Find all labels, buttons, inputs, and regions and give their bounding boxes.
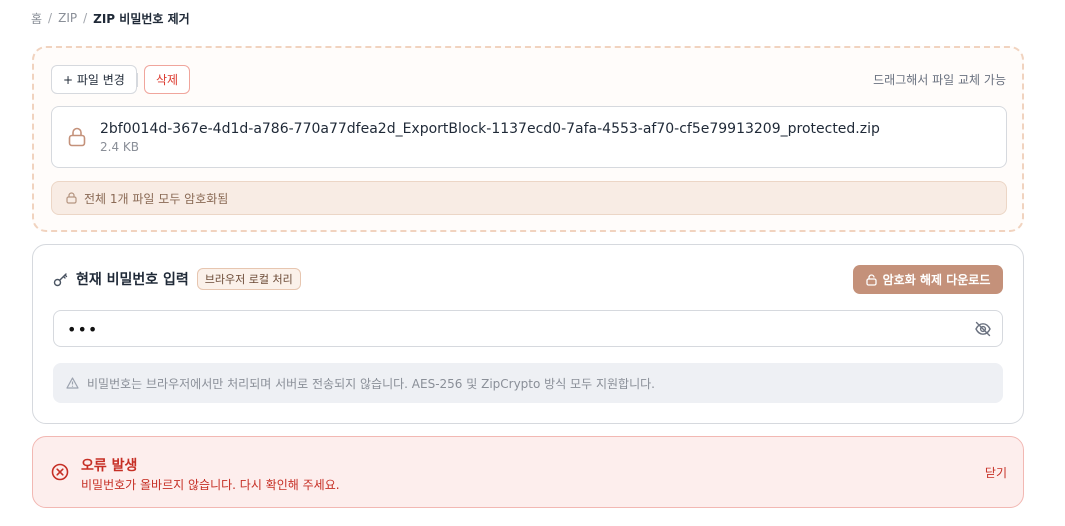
password-input[interactable] [67,320,947,338]
breadcrumb-separator: / [83,11,88,25]
eye-off-icon[interactable] [974,320,992,338]
file-size: 2.4 KB [100,140,139,154]
password-header: 현재 비밀번호 입력 브라우저 로컬 처리 [53,267,301,291]
breadcrumb-home[interactable]: 홈 [31,10,42,27]
error-message: 비밀번호가 올바르지 않습니다. 다시 확인해 주세요. [81,478,340,492]
decrypt-download-label: 암호화 해제 다운로드 [882,273,991,287]
drag-hint: 드래그해서 파일 교체 가능 [873,73,1006,87]
error-alert: 오류 발생 비밀번호가 올바르지 않습니다. 다시 확인해 주세요. 닫기 [32,436,1024,508]
file-item: 2bf0014d-367e-4d1d-a786-770a77dfea2d_Exp… [51,106,1007,168]
file-name: 2bf0014d-367e-4d1d-a786-770a77dfea2d_Exp… [100,121,880,137]
breadcrumb-zip[interactable]: ZIP [58,11,77,25]
password-title: 현재 비밀번호 입력 [76,272,189,288]
error-close-button[interactable]: 닫기 [985,464,1007,481]
error-title: 오류 발생 [81,458,138,474]
password-panel: 현재 비밀번호 입력 브라우저 로컬 처리 암호화 해제 다운로드 ••• 비밀… [32,244,1024,424]
unlock-icon [865,273,877,286]
breadcrumb-separator: / [48,11,53,25]
breadcrumb-current: ZIP 비밀번호 제거 [93,11,190,26]
password-field [53,310,1003,347]
decrypt-download-button[interactable]: 암호화 해제 다운로드 [853,265,1003,294]
password-info-note: 비밀번호는 브라우저에서만 처리되며 서버로 전송되지 않습니다. AES-25… [53,363,1003,403]
lock-icon [66,192,77,204]
encryption-status-text: 전체 1개 파일 모두 암호화됨 [84,191,229,206]
delete-file-button[interactable]: 삭제 [144,65,191,94]
encryption-status: 전체 1개 파일 모두 암호화됨 [51,181,1007,215]
lock-icon [68,127,86,151]
password-info-text: 비밀번호는 브라우저에서만 처리되며 서버로 전송되지 않습니다. AES-25… [87,376,655,391]
key-icon [53,272,68,287]
change-file-button[interactable]: + 파일 변경 [51,65,137,94]
local-processing-badge: 브라우저 로컬 처리 [196,268,301,290]
breadcrumb: 홈 / ZIP / ZIP 비밀번호 제거 [31,9,190,27]
error-circle-icon [51,463,69,481]
warning-icon [66,377,79,389]
button-divider [137,73,138,87]
file-drop-zone[interactable]: + 파일 변경 삭제 드래그해서 파일 교체 가능 2bf0014d-367e-… [32,46,1024,232]
